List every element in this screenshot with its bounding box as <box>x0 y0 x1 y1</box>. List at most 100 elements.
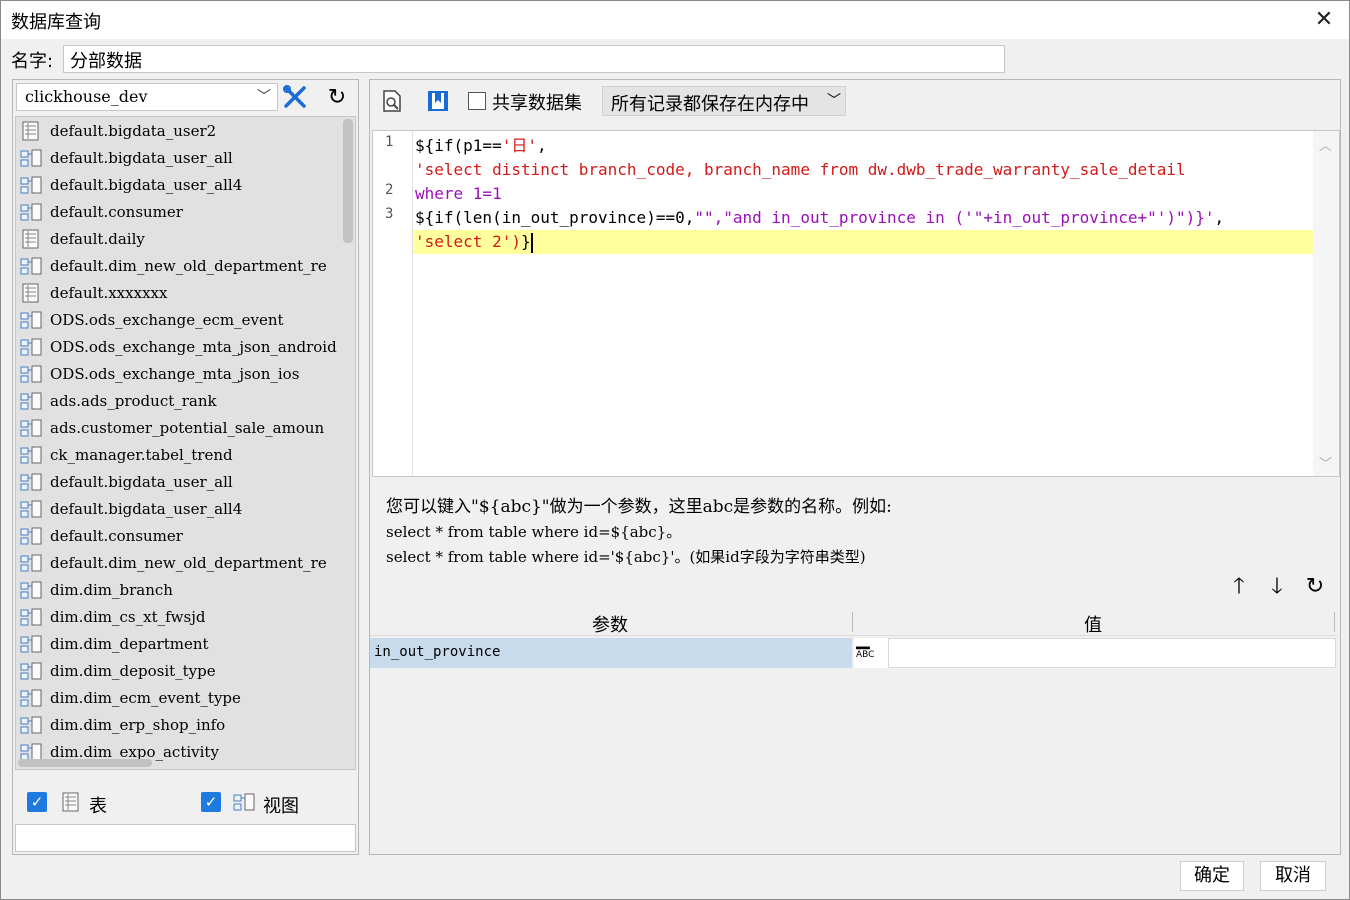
view-icon <box>20 311 42 328</box>
code-token: '日' <box>501 136 537 155</box>
tree-item-label: default.bigdata_user_all4 <box>50 499 243 518</box>
code-token: , <box>536 136 547 155</box>
tree-item[interactable]: default.consumer <box>16 198 355 225</box>
move-down-icon[interactable]: 🡓 <box>1262 572 1292 602</box>
tree-item-label: ck_manager.tabel_trend <box>50 445 233 464</box>
tree-item[interactable]: default.bigdata_user_all4 <box>16 171 355 198</box>
table-search-input[interactable] <box>15 824 356 852</box>
sql-editor[interactable]: 1 2 3 ${if(p1=='日', 'select distinct bran… <box>372 130 1340 477</box>
param-type-label: ABC <box>856 650 875 660</box>
param-value-cell[interactable] <box>888 638 1336 668</box>
table-icon <box>22 283 39 302</box>
view-icon <box>20 473 42 490</box>
tree-item[interactable]: default.bigdata_user2 <box>16 117 355 144</box>
ok-button[interactable]: 确定 <box>1180 861 1244 891</box>
tree-item-label: dim.dim_department <box>50 634 209 653</box>
code-line: 'select 2')} <box>413 230 1313 254</box>
code-token: 'select 2') <box>415 232 521 251</box>
tree-item[interactable]: ODS.ods_exchange_mta_json_android <box>16 333 355 360</box>
name-label: 名字: <box>11 51 54 72</box>
tree-item[interactable]: ck_manager.tabel_trend <box>16 441 355 468</box>
tree-item[interactable]: dim.dim_ecm_event_type <box>16 684 355 711</box>
view-icon <box>20 176 42 193</box>
tree-item[interactable]: default.xxxxxxx <box>16 279 355 306</box>
view-icon <box>20 554 42 571</box>
title-bar: 数据库查询 ✕ <box>1 1 1349 39</box>
tree-item[interactable]: default.consumer <box>16 522 355 549</box>
view-icon <box>20 392 42 409</box>
parameter-button[interactable] <box>422 86 454 116</box>
memory-mode-select[interactable]: 所有记录都保存在内存中 ﹀ <box>602 86 846 116</box>
code-token: ${if(p1== <box>415 136 502 155</box>
code-line: 'select distinct branch_code, branch_nam… <box>413 158 1186 182</box>
tree-item[interactable]: ODS.ods_exchange_mta_json_ios <box>16 360 355 387</box>
refresh-params-icon[interactable]: ↻ <box>1300 572 1330 602</box>
code-line: ${if(p1=='日', <box>413 134 547 158</box>
scroll-down-icon[interactable]: ﹀ <box>1319 453 1332 472</box>
tree-item[interactable]: default.bigdata_user_all <box>16 144 355 171</box>
hint-example: select * from table where id='${abc}'。(如… <box>386 548 866 566</box>
tree-vertical-scrollbar[interactable] <box>343 119 353 243</box>
tree-item[interactable]: dim.dim_department <box>16 630 355 657</box>
param-type-icon[interactable]: ▂▂ ABC <box>854 638 888 668</box>
table-row[interactable]: in_out_province ▂▂ ABC <box>370 638 1338 668</box>
show-tables-checkbox[interactable]: ✓ <box>27 792 47 812</box>
table-tree[interactable]: default.bigdata_user2 default.bigdata_use… <box>15 116 356 770</box>
tree-item-label: dim.dim_branch <box>50 580 173 599</box>
tree-item-label: default.dim_new_old_department_re <box>50 553 327 572</box>
tree-horizontal-scrollbar[interactable] <box>18 759 152 767</box>
tree-item[interactable]: default.dim_new_old_department_re <box>16 549 355 576</box>
view-icon <box>20 446 42 463</box>
table-icon <box>62 792 79 812</box>
scroll-up-icon[interactable]: ︿ <box>1319 135 1332 154</box>
tree-item-label: ads.customer_potential_sale_amoun <box>50 418 325 437</box>
database-query-dialog: 数据库查询 ✕ 名字: 分部数据 clickhouse_dev ﹀ ↻ defa… <box>0 0 1350 900</box>
cancel-button[interactable]: 取消 <box>1260 861 1326 891</box>
tree-item-label: default.bigdata_user_all <box>50 148 233 167</box>
tree-item-label: ODS.ods_exchange_mta_json_ios <box>50 364 300 383</box>
connection-settings-button[interactable] <box>279 82 311 112</box>
column-header-param: 参数 <box>592 615 628 636</box>
datasource-select[interactable]: clickhouse_dev ﹀ <box>16 83 278 111</box>
view-icon <box>20 149 42 166</box>
tree-item-label: dim.dim_deposit_type <box>50 661 216 680</box>
editor-scrollbar[interactable]: ︿ ﹀ <box>1313 131 1339 476</box>
parameter-table-header: 参数 值 <box>370 608 1338 636</box>
tree-item[interactable]: default.bigdata_user_all <box>16 468 355 495</box>
tools-icon <box>283 85 306 108</box>
name-input[interactable]: 分部数据 <box>63 45 1005 73</box>
share-dataset-checkbox[interactable] <box>468 92 486 110</box>
tree-item[interactable]: dim.dim_branch <box>16 576 355 603</box>
tree-item[interactable]: ads.customer_potential_sale_amoun <box>16 414 355 441</box>
hint-example: select * from table where id=${abc}。 <box>386 523 682 541</box>
tree-item-label: dim.dim_cs_xt_fwsjd <box>50 607 206 626</box>
tree-item[interactable]: dim.dim_cs_xt_fwsjd <box>16 603 355 630</box>
parameter-hint: 您可以键入"${abc}"做为一个参数，这里abc是参数的名称。例如: sele… <box>386 492 1326 567</box>
refresh-datasource-button[interactable]: ↻ <box>321 82 353 112</box>
tree-item[interactable]: default.daily <box>16 225 355 252</box>
tree-item-label: default.consumer <box>50 526 183 545</box>
close-icon[interactable]: ✕ <box>1309 5 1339 35</box>
view-icon <box>20 500 42 517</box>
tree-item[interactable]: default.dim_new_old_department_re <box>16 252 355 279</box>
tree-item[interactable]: ads.ads_product_rank <box>16 387 355 414</box>
tree-item[interactable]: default.bigdata_user_all4 <box>16 495 355 522</box>
memory-mode-value: 所有记录都保存在内存中 <box>611 94 809 115</box>
tree-item-label: default.dim_new_old_department_re <box>50 256 327 275</box>
view-icon <box>20 689 42 706</box>
parameter-tools: 🡑 🡓 ↻ <box>1224 572 1334 602</box>
tree-item[interactable]: dim.dim_erp_shop_info <box>16 711 355 738</box>
show-views-checkbox[interactable]: ✓ <box>201 792 221 812</box>
code-token: where 1=1 <box>415 184 502 203</box>
move-up-icon[interactable]: 🡑 <box>1224 572 1254 602</box>
tree-item[interactable]: dim.dim_deposit_type <box>16 657 355 684</box>
param-name-cell[interactable]: in_out_province <box>370 638 852 668</box>
sql-code[interactable]: ${if(p1=='日', 'select distinct branch_cod… <box>413 131 1313 476</box>
show-views-label: 视图 <box>263 796 299 817</box>
code-token: ${if(len(in_out_province)==0, <box>415 208 695 227</box>
preview-button[interactable] <box>376 86 408 116</box>
view-icon <box>20 635 42 652</box>
hint-text: 您可以键入"${abc}"做为一个参数，这里abc是参数的名称。例如: <box>386 497 892 517</box>
line-number: 3 <box>385 206 394 222</box>
tree-item[interactable]: ODS.ods_exchange_ecm_event <box>16 306 355 333</box>
